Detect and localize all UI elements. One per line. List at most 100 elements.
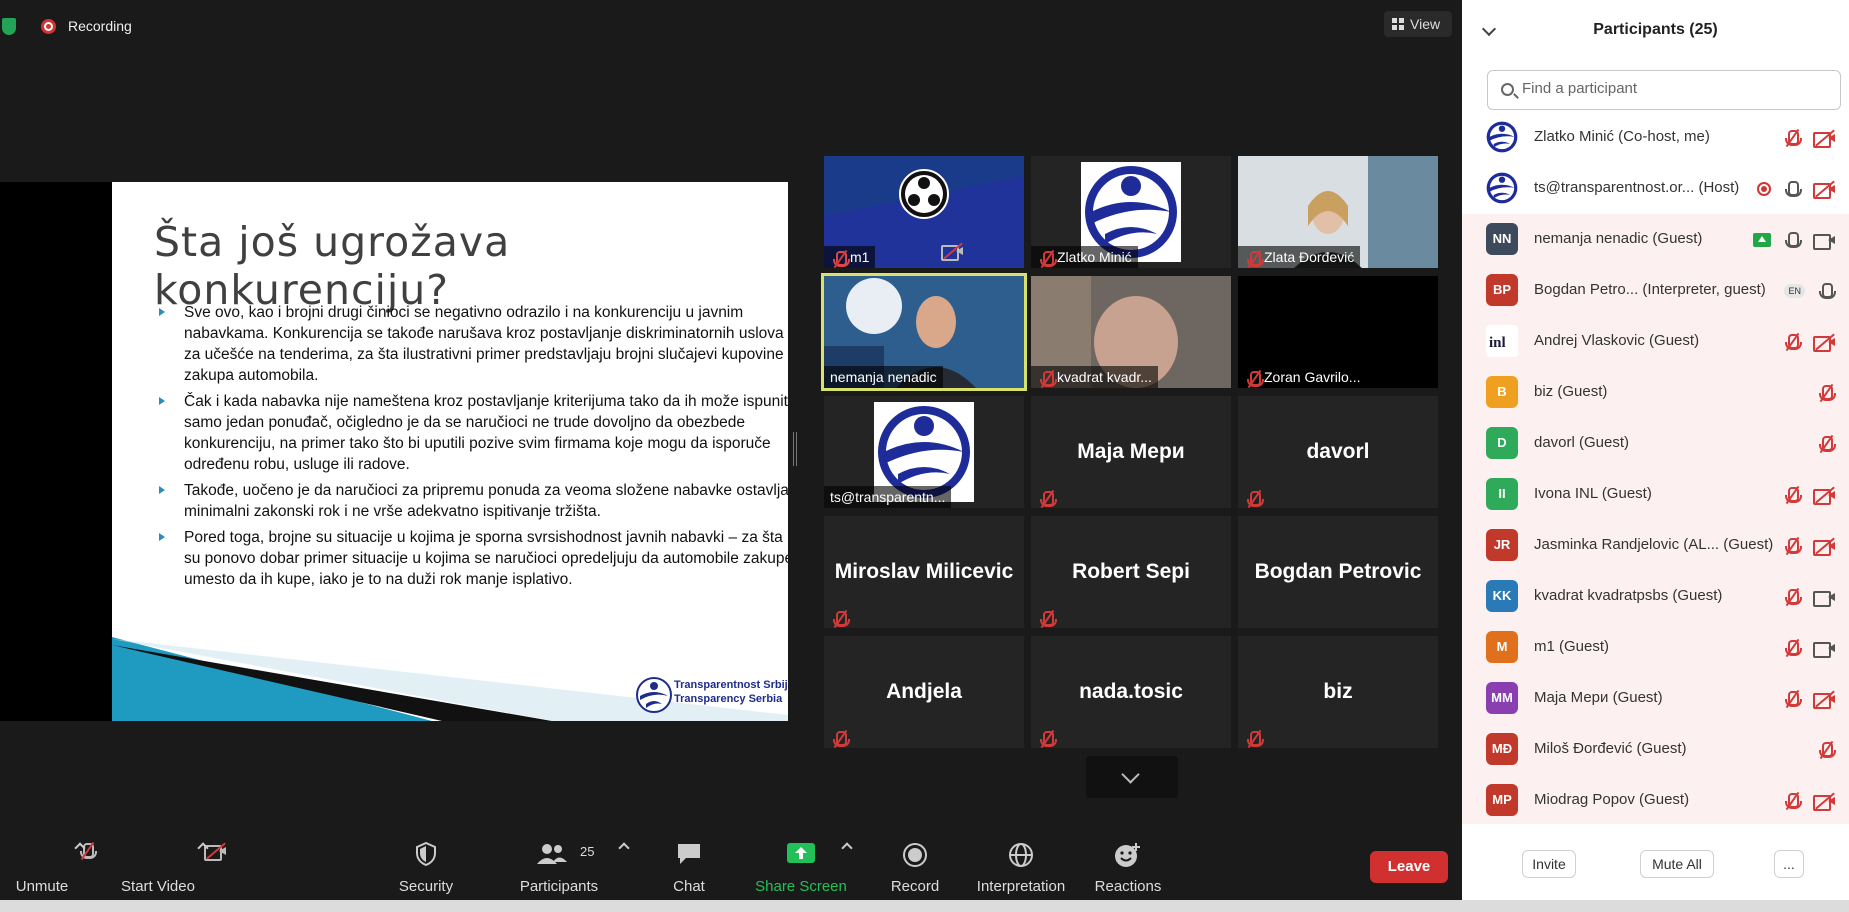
slide-bullet: Čak i kada nabavka nije nameštena kroz p… [152, 391, 788, 475]
slide-bullets: Sve ovo, kao i brojni drugi činioci se n… [152, 302, 788, 595]
splitter-handle[interactable] [793, 432, 797, 466]
participant-name: Zlatko Minić (Co-host, me) [1534, 128, 1710, 145]
start-video-button[interactable]: Start Video [112, 822, 226, 902]
participant-name: Bogdan Petro... (Interpreter, guest) [1534, 281, 1766, 298]
search-icon [1501, 83, 1514, 96]
video-tile[interactable]: Andjela [824, 636, 1024, 748]
video-off-icon [1813, 537, 1835, 556]
video-tile[interactable]: Zlata Đorđević [1238, 156, 1438, 268]
muted-mic-icon [1245, 369, 1264, 388]
participant-row[interactable]: inl Andrej Vlaskovic (Guest) [1462, 316, 1849, 367]
video-tile[interactable]: Robert Sepi [1031, 516, 1231, 628]
video-tile-active-speaker[interactable]: nemanja nenadic [821, 273, 1027, 391]
participant-name: davorl (Guest) [1534, 434, 1630, 451]
video-off-icon [1813, 333, 1835, 352]
share-screen-button[interactable]: Share Screen [752, 822, 850, 902]
chat-button[interactable]: Chat [664, 822, 714, 902]
participant-name: ts@transparentnost.or... (Host) [1534, 179, 1740, 196]
reactions-label: Reactions [1094, 878, 1162, 895]
participant-row[interactable]: BP Bogdan Petro... (Interpreter, guest) … [1462, 265, 1849, 316]
more-options-button[interactable]: ... [1774, 850, 1804, 878]
security-button[interactable]: Security [396, 822, 456, 902]
video-tile[interactable]: Maja Мери [1031, 396, 1231, 508]
participants-panel: Participants (25) Zlatko Minić (Co-host,… [1462, 0, 1849, 900]
inl-logo-avatar: inl [1486, 325, 1518, 357]
participants-title: Participants (25) [1593, 21, 1718, 38]
presentation-slide: Šta još ugrožava konkurenciju? Sve ovo, … [112, 182, 788, 721]
participants-options-caret-icon[interactable] [618, 842, 630, 854]
participant-row[interactable]: JR Jasminka Randjelovic (AL... (Guest) [1462, 520, 1849, 571]
search-input[interactable] [1522, 80, 1822, 97]
muted-mic-icon [1783, 536, 1802, 556]
avatar: II [1486, 478, 1518, 510]
reactions-button[interactable]: Reactions [1094, 822, 1162, 902]
muted-mic-icon [1245, 729, 1264, 748]
muted-mic-icon [831, 729, 850, 748]
video-tile[interactable]: kvadrat kvadr... [1031, 276, 1231, 388]
video-tile[interactable]: Zlatko Minić [1031, 156, 1231, 268]
participant-row[interactable]: ts@transparentnost.or... (Host) [1462, 163, 1849, 214]
video-off-icon [1813, 180, 1835, 199]
mic-on-icon [1783, 231, 1802, 249]
participant-name: Miloš Đorđević (Guest) [1534, 740, 1687, 757]
tile-label: ts@transparentn... [824, 486, 952, 508]
video-tile[interactable]: m1 [824, 156, 1024, 268]
video-tile[interactable]: Bogdan Petrovic [1238, 516, 1438, 628]
video-tile[interactable]: davorl [1238, 396, 1438, 508]
participant-row[interactable]: MĐ Miloš Đorđević (Guest) [1462, 724, 1849, 775]
unmute-button[interactable]: Unmute [6, 822, 95, 902]
tile-name: nada.tosic [1079, 680, 1183, 703]
video-tile[interactable]: nada.tosic [1031, 636, 1231, 748]
video-off-icon [941, 242, 963, 261]
video-tile[interactable]: biz [1238, 636, 1438, 748]
avatar: KK [1486, 580, 1518, 612]
video-tile[interactable]: Miroslav Milicevic [824, 516, 1024, 628]
participant-row[interactable]: Zlatko Minić (Co-host, me) [1462, 112, 1849, 163]
invite-button[interactable]: Invite [1522, 850, 1576, 878]
video-on-icon [1813, 639, 1835, 658]
participant-row[interactable]: D davorl (Guest) [1462, 418, 1849, 469]
leave-button[interactable]: Leave [1370, 851, 1448, 883]
record-button[interactable]: Record [886, 822, 944, 902]
slide-bullet: Sve ovo, kao i brojni drugi činioci se n… [152, 302, 788, 386]
interpretation-button[interactable]: Interpretation [970, 822, 1072, 902]
video-tile[interactable]: ts@transparentn... [824, 396, 1024, 508]
start-video-label: Start Video [121, 878, 195, 895]
unmute-label: Unmute [15, 878, 69, 895]
avatar: D [1486, 427, 1518, 459]
gallery-next-page-button[interactable] [1086, 756, 1178, 798]
mute-all-button[interactable]: Mute All [1640, 850, 1714, 878]
encryption-shield-icon[interactable] [2, 18, 16, 35]
mic-on-icon [1817, 282, 1836, 300]
muted-mic-icon [1038, 249, 1057, 268]
muted-mic-icon [1038, 489, 1057, 508]
slide-bullet: Takođe, uočeno je da naručioci za pripre… [152, 480, 788, 522]
avatar: NN [1486, 223, 1518, 255]
participant-row[interactable]: M m1 (Guest) [1462, 622, 1849, 673]
participant-row[interactable]: NN nemanja nenadic (Guest) [1462, 214, 1849, 265]
participant-row[interactable]: MM Maja Мери (Guest) [1462, 673, 1849, 724]
video-on-icon [1813, 231, 1835, 250]
participant-row[interactable]: KK kvadrat kvadratpsbs (Guest) [1462, 571, 1849, 622]
muted-mic-icon [1783, 128, 1802, 148]
record-icon [903, 843, 927, 867]
participant-row[interactable]: II Ivona INL (Guest) [1462, 469, 1849, 520]
muted-mic-icon [1783, 791, 1802, 811]
tile-label: nemanja nenadic [824, 366, 943, 388]
interpretation-label: Interpretation [976, 878, 1066, 895]
participant-name: m1 (Guest) [1534, 638, 1610, 655]
participants-button[interactable]: 25 Participants [514, 822, 604, 902]
video-tile[interactable]: Zoran Gavrilo... [1238, 276, 1438, 388]
participant-row[interactable]: MP Miodrag Popov (Guest) [1462, 775, 1849, 824]
tile-name: biz [1323, 680, 1353, 703]
meeting-toolbar: Unmute Start Video Security 25 Participa… [0, 822, 1462, 902]
participant-row[interactable]: B biz (Guest) [1462, 367, 1849, 418]
view-button[interactable]: View [1384, 11, 1452, 37]
chevron-down-icon [1121, 765, 1140, 784]
share-screen-icon [787, 843, 815, 863]
mic-on-icon [1783, 180, 1802, 198]
ti-logo-avatar [1486, 172, 1518, 204]
taskbar-edge [0, 900, 1849, 912]
recording-icon [41, 19, 56, 34]
participant-search[interactable] [1487, 70, 1841, 110]
